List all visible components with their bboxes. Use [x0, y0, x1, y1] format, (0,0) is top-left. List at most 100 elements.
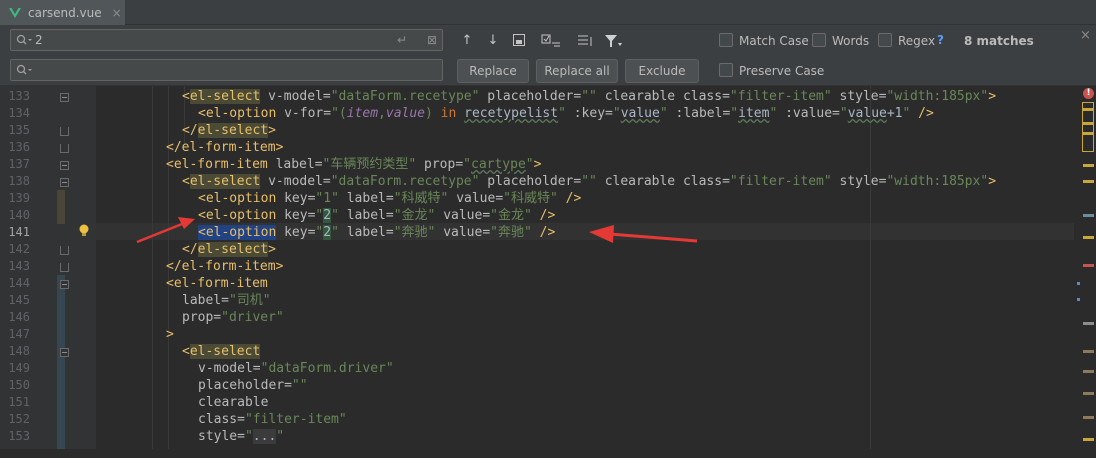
code-line-147: >	[166, 327, 174, 342]
stripe-marker[interactable]	[1083, 164, 1094, 167]
code-editor[interactable]: 133 134 135 136 137 138 139 140 141 142 …	[0, 86, 1096, 458]
tab-carsend-vue[interactable]: carsend.vue ×	[0, 0, 125, 25]
vue-icon	[9, 7, 21, 18]
fold-toggle-icon[interactable]	[60, 161, 69, 170]
line-number: 152	[8, 412, 30, 426]
previous-occurrence-icon[interactable]: ↑	[458, 33, 476, 49]
stripe-marker[interactable]	[1083, 370, 1094, 373]
line-number: 135	[8, 123, 30, 137]
stripe-marker[interactable]	[1083, 132, 1094, 135]
search-icon	[16, 34, 32, 45]
line-number: 143	[8, 259, 30, 273]
stripe-marker[interactable]	[1083, 236, 1094, 239]
search-field[interactable]: ↵ ⊠	[10, 29, 443, 51]
words-checkbox[interactable]	[812, 33, 826, 47]
exclude-button[interactable]: Exclude	[625, 59, 699, 83]
replace-button[interactable]: Replace	[457, 59, 529, 83]
code-line-133: <el-select v-model="dataForm.recetype" p…	[182, 89, 997, 104]
code-line-142: </el-select>	[182, 242, 276, 257]
code-line-146: prop="driver"	[182, 310, 284, 325]
stripe-marker[interactable]	[1083, 392, 1094, 395]
error-icon[interactable]: !	[1083, 88, 1094, 99]
code-line-150: placeholder=""	[198, 378, 308, 393]
close-find-icon[interactable]: ×	[1080, 28, 1091, 43]
code-line-137: <el-form-item label="车辆预约类型" prop="carty…	[166, 157, 542, 172]
modified-lines-marker	[57, 190, 65, 224]
fold-toggle-icon[interactable]	[60, 348, 69, 357]
filter-options-icon[interactable]	[576, 33, 596, 49]
tab-filename: carsend.vue	[28, 5, 102, 20]
regex-help-icon[interactable]: ?	[937, 33, 944, 47]
stripe-marker[interactable]	[1083, 350, 1094, 353]
stripe-marker[interactable]	[1077, 282, 1080, 285]
line-number: 136	[8, 140, 30, 154]
code-line-151: clearable	[198, 395, 269, 410]
in-selection-icon[interactable]	[541, 33, 563, 49]
stripe-marker[interactable]	[1083, 214, 1094, 217]
match-case-checkbox[interactable]	[719, 33, 733, 47]
regex-label: Regex	[898, 34, 936, 48]
filter-icon[interactable]	[603, 33, 623, 49]
replace-all-button[interactable]: Replace all	[536, 59, 618, 83]
code-line-143: </el-form-item>	[166, 259, 284, 274]
stripe-marker[interactable]	[1083, 108, 1094, 111]
fold-end-icon[interactable]	[60, 127, 69, 136]
stripe-marker[interactable]	[1083, 416, 1094, 419]
line-number-gutter: 133 134 135 136 137 138 139 140 141 142 …	[0, 86, 96, 458]
line-number: 149	[8, 361, 30, 375]
search-input[interactable]	[35, 32, 375, 48]
stripe-marker[interactable]	[1083, 438, 1094, 441]
fold-toggle-icon[interactable]	[60, 280, 69, 289]
code-line-144: <el-form-item	[166, 276, 268, 291]
code-line-145: label="司机"	[182, 293, 271, 308]
line-number: 140	[8, 208, 30, 222]
code-line-140: <el-option key="2" label="金龙" value="金龙"…	[198, 208, 556, 223]
stripe-marker[interactable]	[1077, 298, 1080, 301]
fold-end-icon[interactable]	[60, 144, 69, 153]
replace-field[interactable]	[10, 59, 443, 81]
match-count: 8 matches	[964, 34, 1034, 48]
preserve-case-checkbox[interactable]	[719, 63, 733, 77]
tab-close-icon[interactable]: ×	[112, 6, 122, 20]
stripe-marker[interactable]	[1083, 122, 1094, 125]
preserve-case-label: Preserve Case	[739, 64, 825, 78]
code-line-136: </el-form-item>	[166, 140, 284, 155]
line-number: 148	[8, 344, 30, 358]
stripe-marker[interactable]	[1083, 322, 1094, 325]
line-number: 133	[8, 89, 30, 103]
line-number: 138	[8, 174, 30, 188]
code-line-138: <el-select v-model="dataForm.recetype" p…	[182, 174, 997, 189]
line-number: 150	[8, 378, 30, 392]
right-margin-guide	[870, 86, 871, 458]
line-number: 134	[8, 106, 30, 120]
code-line-134: <el-option v-for="(item,value) in recety…	[198, 106, 934, 121]
code-line-139: <el-option key="1" label="科威特" value="科威…	[198, 191, 582, 206]
clear-search-icon[interactable]: ⊠	[427, 33, 437, 47]
editor-tab-bar: carsend.vue ×	[0, 0, 1096, 25]
bottom-strip	[0, 449, 1096, 458]
select-all-occurrences-icon[interactable]	[510, 33, 528, 49]
next-occurrence-icon[interactable]: ↓	[484, 33, 502, 49]
lightbulb-icon[interactable]	[78, 223, 90, 239]
line-number: 146	[8, 310, 30, 324]
line-number: 147	[8, 327, 30, 341]
find-replace-panel: ↵ ⊠ ↑ ↓ Match Case Words Regex ? 8 match…	[0, 25, 1096, 86]
new-line-icon[interactable]: ↵	[397, 33, 407, 47]
line-number: 145	[8, 293, 30, 307]
regex-checkbox[interactable]	[878, 33, 892, 47]
line-number: 151	[8, 395, 30, 409]
line-number: 137	[8, 157, 30, 171]
fold-end-icon[interactable]	[60, 246, 69, 255]
fold-toggle-icon[interactable]	[60, 178, 69, 187]
changed-lines-marker	[57, 275, 65, 458]
indent-guide	[152, 86, 153, 458]
replace-input[interactable]	[35, 62, 375, 78]
line-number: 142	[8, 242, 30, 256]
fold-toggle-icon[interactable]	[60, 93, 69, 102]
line-number: 144	[8, 276, 30, 290]
stripe-marker[interactable]	[1083, 264, 1094, 267]
match-case-label: Match Case	[739, 34, 809, 48]
code-line-149: v-model="dataForm.driver"	[198, 361, 394, 376]
stripe-marker[interactable]	[1083, 180, 1094, 183]
fold-end-icon[interactable]	[60, 263, 69, 272]
